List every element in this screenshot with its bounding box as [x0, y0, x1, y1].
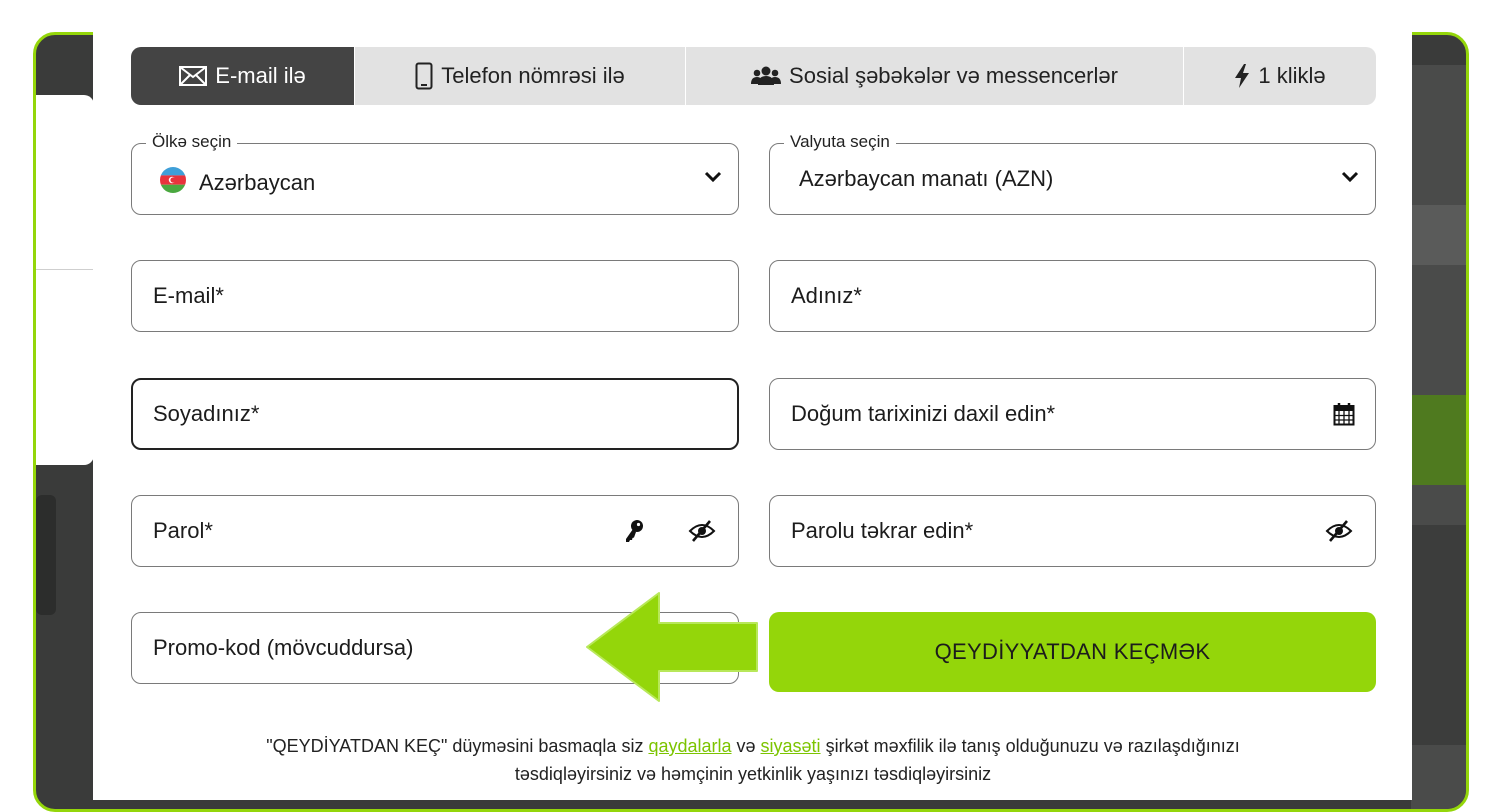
birth-date-placeholder: Doğum tarixinizi daxil edin*: [791, 401, 1056, 426]
tab-social[interactable]: Sosial şəbəkələr və messencerlər: [686, 47, 1184, 105]
tab-phone-label: Telefon nömrəsi ilə: [441, 63, 625, 88]
tab-social-label: Sosial şəbəkələr və messencerlər: [789, 63, 1118, 88]
password-field[interactable]: Parol*: [131, 495, 739, 567]
lightning-icon: [1234, 64, 1250, 88]
key-icon[interactable]: [624, 519, 644, 543]
background-left-block: [36, 495, 56, 615]
email-field[interactable]: E-mail*: [131, 260, 739, 332]
tab-email[interactable]: E-mail ilə: [131, 47, 355, 105]
terms-text-part: "QEYDİYATDAN KEÇ" düyməsini basmaqla siz: [266, 736, 649, 756]
terms-text: "QEYDİYATDAN KEÇ" düyməsini basmaqla siz…: [133, 732, 1373, 788]
first-name-field[interactable]: Adınız*: [769, 260, 1376, 332]
tab-one-click-label: 1 kliklə: [1258, 63, 1326, 88]
first-name-placeholder: Adınız*: [791, 283, 862, 308]
birth-date-field[interactable]: Doğum tarixinizi daxil edin*: [769, 378, 1376, 450]
country-select-legend: Ölkə seçin: [146, 132, 238, 152]
eye-slash-icon[interactable]: [1325, 519, 1353, 543]
promo-code-placeholder: Promo-kod (mövcuddursa): [153, 635, 414, 660]
calendar-icon[interactable]: [1333, 402, 1355, 426]
currency-value: Azərbaycan manatı (AZN): [799, 166, 1054, 191]
country-select[interactable]: Ölkə seçin Azərbaycan: [131, 132, 739, 215]
phone-icon: [415, 62, 433, 90]
terms-text-part: və: [731, 736, 761, 756]
terms-text-line2: təsdiqləyirsiniz və həmçinin yetkinlik y…: [514, 764, 992, 784]
azerbaijan-flag-icon: [159, 166, 187, 200]
registration-method-tabs: E-mail ilə Telefon nömrəsi ilə Sosial şə…: [131, 47, 1376, 105]
register-button-label: QEYDİYYATDAN KEÇMƏK: [934, 639, 1211, 664]
last-name-field[interactable]: Soyadınız*: [131, 378, 739, 450]
register-button[interactable]: QEYDİYYATDAN KEÇMƏK: [769, 612, 1376, 692]
background-right-panel: [1411, 65, 1466, 809]
currency-select[interactable]: Valyuta seçin Azərbaycan manatı (AZN): [769, 132, 1376, 215]
policy-link[interactable]: siyasəti: [761, 736, 821, 756]
chevron-down-icon: [1341, 170, 1359, 188]
country-value: Azərbaycan: [199, 170, 316, 195]
terms-text-part: şirkət məxfilik ilə tanış olduğunuzu və …: [820, 736, 1240, 756]
tab-one-click[interactable]: 1 kliklə: [1184, 47, 1376, 105]
registration-modal: E-mail ilə Telefon nömrəsi ilə Sosial şə…: [93, 0, 1412, 800]
password-repeat-field[interactable]: Parolu təkrar edin*: [769, 495, 1376, 567]
users-icon: [751, 65, 782, 87]
envelope-icon: [179, 66, 208, 86]
password-placeholder: Parol*: [153, 518, 213, 543]
email-placeholder: E-mail*: [153, 283, 224, 308]
rules-link[interactable]: qaydalarla: [648, 736, 731, 756]
currency-select-legend: Valyuta seçin: [784, 132, 896, 152]
tab-email-label: E-mail ilə: [215, 63, 306, 88]
background-left-panel: [36, 95, 94, 465]
eye-slash-icon[interactable]: [688, 519, 716, 543]
password-repeat-placeholder: Parolu təkrar edin*: [791, 518, 974, 543]
last-name-placeholder: Soyadınız*: [153, 401, 260, 426]
tab-phone[interactable]: Telefon nömrəsi ilə: [355, 47, 686, 105]
highlight-arrow-icon: [586, 592, 758, 702]
chevron-down-icon: [704, 170, 722, 188]
